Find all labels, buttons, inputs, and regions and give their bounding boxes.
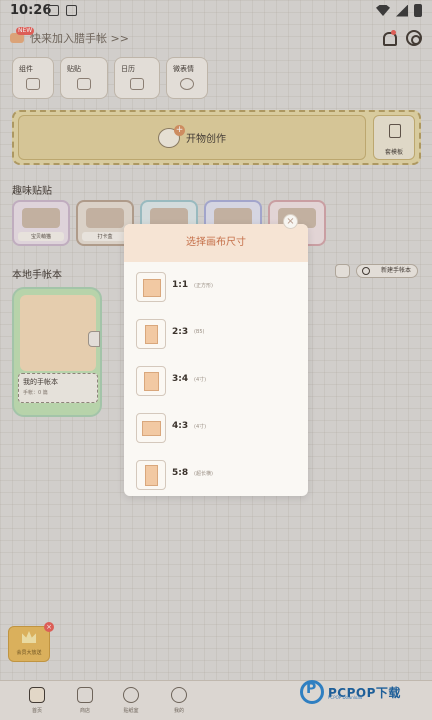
size-ratio: 5:8 (172, 468, 189, 478)
size-desc: (4寸) (194, 377, 207, 383)
watermark-logo: PCPOP下载 PCPOP Download (300, 680, 401, 704)
size-frame (136, 460, 166, 490)
dialog-title: 选择画布尺寸 (124, 224, 308, 262)
watermark-subtext: PCPOP Download (328, 695, 363, 700)
size-option-2-3[interactable]: 2:3 (B5) (136, 319, 296, 353)
tall-ratio-icon (145, 465, 158, 486)
size-desc: (4寸) (194, 424, 207, 430)
size-desc: (超长横) (194, 471, 213, 477)
size-desc: (正方形) (194, 283, 213, 289)
size-option-1-1[interactable]: 1:1 (正方形) (136, 272, 296, 306)
size-ratio: 1:1 (172, 280, 189, 290)
size-frame (136, 272, 166, 302)
size-frame (136, 413, 166, 443)
size-ratio: 2:3 (172, 327, 189, 337)
size-option-5-8[interactable]: 5:8 (超长横) (136, 460, 296, 494)
size-option-3-4[interactable]: 3:4 (4寸) (136, 366, 296, 400)
size-option-4-3[interactable]: 4:3 (4寸) (136, 413, 296, 447)
square-ratio-icon (143, 279, 161, 297)
portrait-ratio-icon (145, 325, 158, 344)
pcpop-logo-icon (300, 680, 324, 704)
size-ratio: 4:3 (172, 421, 189, 431)
size-desc: (B5) (194, 329, 205, 335)
portrait-ratio-icon (144, 372, 159, 391)
size-ratio: 3:4 (172, 374, 189, 384)
dialog-close-button[interactable]: × (283, 214, 298, 229)
size-frame (136, 366, 166, 396)
canvas-size-dialog: 选择画布尺寸 1:1 (正方形) 2:3 (B5) 3:4 (4寸) 4:3 (… (124, 224, 308, 496)
size-frame (136, 319, 166, 349)
landscape-ratio-icon (142, 421, 161, 436)
